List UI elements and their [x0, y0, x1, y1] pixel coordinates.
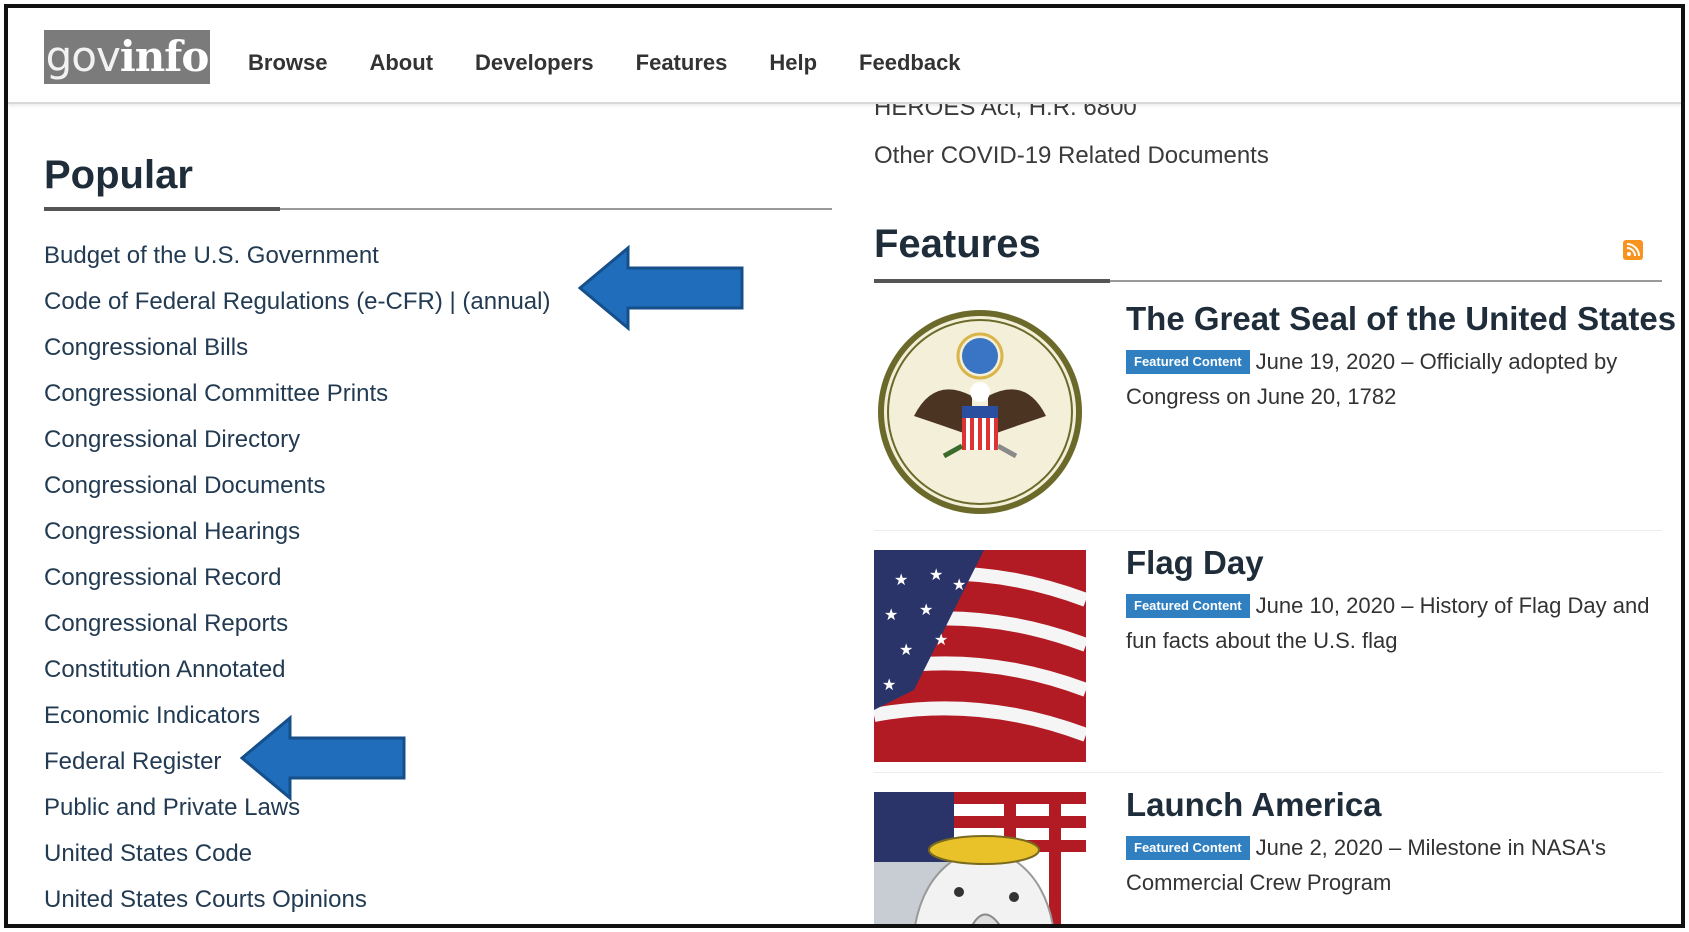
popular-link-cfr[interactable]: Code of Federal Regulations (e-CFR) | (a… [44, 288, 550, 315]
svg-text:★: ★ [929, 567, 943, 584]
popular-link-federal-register[interactable]: Federal Register [44, 748, 221, 775]
feature-title[interactable]: The Great Seal of the United States [1126, 300, 1676, 338]
nav-about[interactable]: About [369, 50, 433, 76]
nav-feedback[interactable]: Feedback [859, 50, 961, 76]
nav-help[interactable]: Help [769, 50, 817, 76]
rss-icon-glyph [1626, 243, 1640, 257]
popular-link-record[interactable]: Congressional Record [44, 564, 281, 591]
great-seal-graphic [874, 306, 1086, 518]
govinfo-logo[interactable]: govinfo [44, 30, 210, 84]
svg-text:★: ★ [952, 577, 966, 594]
list-item: Congressional Hearings [44, 516, 550, 562]
list-item: Congressional Reports [44, 608, 550, 654]
great-seal-image[interactable] [874, 306, 1086, 518]
launch-america-image[interactable] [874, 792, 1086, 924]
popular-link-bills[interactable]: Congressional Bills [44, 334, 248, 361]
popular-link-committee-prints[interactable]: Congressional Committee Prints [44, 380, 388, 407]
feature-date: June 2, 2020 [1255, 835, 1383, 860]
list-item: Congressional Record [44, 562, 550, 608]
popular-link-directory[interactable]: Congressional Directory [44, 426, 300, 453]
main-nav: Browse About Developers Features Help Fe… [248, 50, 1003, 76]
arrow-annotation-federal-register [240, 714, 406, 802]
popular-link-us-code[interactable]: United States Code [44, 840, 252, 867]
list-item: Congressional Bills [44, 332, 550, 378]
featured-content-badge: Featured Content [1126, 350, 1250, 374]
popular-link-budget[interactable]: Budget of the U.S. Government [44, 242, 379, 269]
site-header: govinfo Browse About Developers Features… [8, 8, 1681, 104]
feature-description: Featured Content June 19, 2020 – Official… [1126, 349, 1618, 409]
svg-text:★: ★ [884, 607, 898, 624]
list-item: Congressional Committee Prints [44, 378, 550, 424]
browser-viewport: govinfo Browse About Developers Features… [4, 4, 1685, 928]
list-item: Constitution Annotated [44, 654, 550, 700]
feature-date: June 19, 2020 [1255, 349, 1396, 374]
nav-browse[interactable]: Browse [248, 50, 327, 76]
popular-link-courts-opinions[interactable]: United States Courts Opinions [44, 886, 367, 913]
svg-text:★: ★ [894, 572, 908, 589]
features-heading: Features [874, 222, 1041, 266]
popular-link-economic-indicators[interactable]: Economic Indicators [44, 702, 260, 729]
list-item: Budget of the U.S. Government [44, 240, 550, 286]
feature-separator [874, 530, 1662, 531]
capsule-graphic [874, 792, 1086, 924]
features-divider-accent [874, 279, 1110, 283]
nav-features[interactable]: Features [636, 50, 728, 76]
covid-link-other[interactable]: Other COVID-19 Related Documents [874, 142, 1269, 170]
svg-text:★: ★ [919, 602, 933, 619]
popular-link-documents[interactable]: Congressional Documents [44, 472, 325, 499]
list-item: United States Courts Opinions [44, 884, 550, 924]
list-item: Code of Federal Regulations (e-CFR) | (a… [44, 286, 550, 332]
featured-content-badge: Featured Content [1126, 836, 1250, 860]
logo-info-text: info [119, 32, 210, 81]
featured-content-badge: Featured Content [1126, 594, 1250, 618]
feature-date: June 10, 2020 [1255, 593, 1396, 618]
rss-icon[interactable] [1623, 240, 1643, 260]
list-item: United States Code [44, 838, 550, 884]
popular-list: Budget of the U.S. Government Code of Fe… [44, 240, 550, 924]
feature-description: Featured Content June 2, 2020 – Milestone… [1126, 835, 1606, 895]
popular-heading: Popular [44, 153, 193, 197]
feature-description: Featured Content June 10, 2020 – History … [1126, 593, 1650, 653]
popular-link-reports[interactable]: Congressional Reports [44, 610, 288, 637]
svg-text:★: ★ [899, 642, 913, 659]
popular-link-hearings[interactable]: Congressional Hearings [44, 518, 300, 545]
svg-text:★: ★ [934, 632, 948, 649]
flag-graphic: ★ ★ ★ ★ ★ ★ ★ ★ [874, 550, 1086, 762]
feature-title[interactable]: Launch America [1126, 786, 1382, 824]
arrow-annotation-cfr [578, 244, 744, 332]
popular-link-constitution[interactable]: Constitution Annotated [44, 656, 286, 683]
svg-text:★: ★ [882, 677, 896, 694]
popular-divider-accent [44, 207, 280, 211]
list-item: Congressional Documents [44, 470, 550, 516]
logo-gov-text: gov [45, 32, 121, 81]
flag-day-image[interactable]: ★ ★ ★ ★ ★ ★ ★ ★ [874, 550, 1086, 762]
nav-developers[interactable]: Developers [475, 50, 594, 76]
feature-separator [874, 772, 1662, 773]
list-item: Congressional Directory [44, 424, 550, 470]
feature-title[interactable]: Flag Day [1126, 544, 1264, 582]
